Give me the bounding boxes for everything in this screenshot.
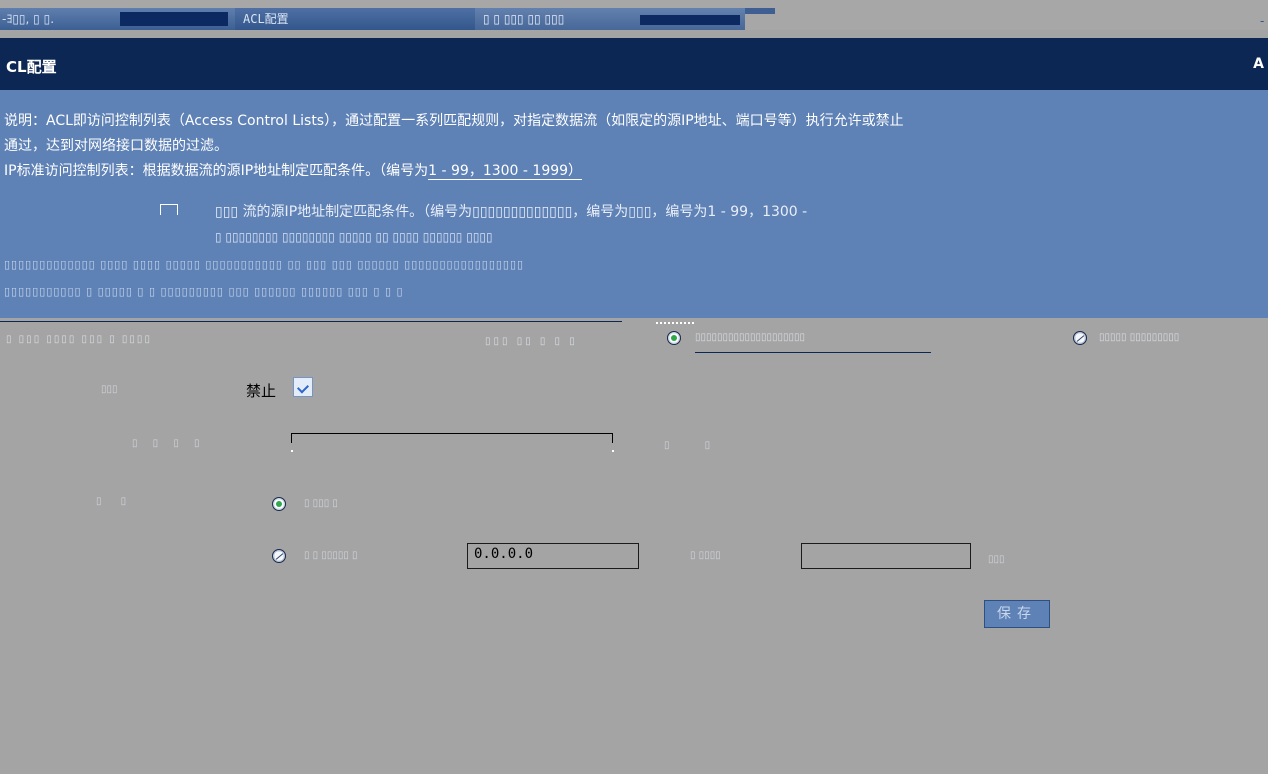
acl-number-label: ▯ ▯ ▯ ▯ <box>132 438 206 449</box>
mask-suffix: ▯▯▯ <box>988 554 1005 565</box>
action-select-value: 禁止 <box>246 382 277 400</box>
description-line-7: ▯▯▯▯▯▯▯▯▯▯▯ ▯ ▯▯▯▯▯ ▯ ▯ ▯▯▯▯▯▯▯▯▯ ▯▯▯ ▯▯… <box>4 285 404 298</box>
description-line-4-text: ▯▯▯ 流的源IP地址制定匹配条件。（编号为▯▯▯▯▯▯▯▯▯▯▯▯▯，编号为▯… <box>215 204 808 220</box>
acl-number-input[interactable] <box>291 433 613 443</box>
radio-checked-icon[interactable] <box>272 497 286 511</box>
tab-previous-block <box>120 12 228 26</box>
description-line-2: 通过，达到对网络接口数据的过滤。 <box>4 138 228 154</box>
source-any-option[interactable]: ▯ ▯▯▯ ▯ <box>272 496 338 515</box>
standard-acl-label: ▯▯▯▯▯▯▯▯▯▯▯▯▯▯▯▯▯▯▯▯ <box>695 332 806 343</box>
standard-acl-underline <box>695 352 931 353</box>
save-button[interactable]: 保存 <box>984 600 1050 628</box>
acl-number-input-corner-left <box>291 450 293 452</box>
source-ip-input[interactable]: 0.0.0.0 <box>467 543 639 569</box>
tab-previous-label: -ﾖ▯▯, ▯ ▯. <box>2 12 55 26</box>
radio-unchecked-icon[interactable] <box>272 549 286 563</box>
source-any-label: ▯ ▯▯▯ ▯ <box>304 498 338 509</box>
chevron-down-icon[interactable] <box>293 377 313 397</box>
tab-strip <box>745 8 775 14</box>
source-specify-label: ▯ ▯ ▯▯▯▯▯ ▯ <box>304 550 358 561</box>
mask-label: ▯ ▯▯▯▯ <box>690 550 721 561</box>
focus-dots <box>656 322 694 324</box>
header-edge: A <box>1253 56 1264 72</box>
tab-next[interactable]: ▯ ▯ ▯▯▯ ▯▯ ▯▯▯ <box>475 8 745 30</box>
description-line-1: 说明：ACL即访问控制列表（Access Control Lists），通过配置… <box>4 113 904 129</box>
rule-type-mid-label: ▯▯▯ ▯▯ ▯ ▯ ▯ <box>485 336 578 347</box>
description-line-3-range: 1 - 99，1300 - 1999） <box>428 163 583 180</box>
description-mark <box>160 204 178 215</box>
tab-next-block <box>640 15 740 25</box>
description-line-4: ▯▯▯ 流的源IP地址制定匹配条件。（编号为▯▯▯▯▯▯▯▯▯▯▯▯▯，编号为▯… <box>160 201 808 221</box>
tab-acl-config[interactable]: ACL配置 <box>235 8 475 30</box>
tab-bar: -ﾖ▯▯, ▯ ▯. ACL配置 ▯ ▯ ▯▯▯ ▯▯ ▯▯▯ - <box>0 0 1268 30</box>
rule-type-row: ▯ ▯▯▯ ▯▯▯▯ ▯▯▯ ▯ ▯▯▯▯ ▯▯▯ ▯▯ ▯ ▯ ▯ ▯▯▯▯▯… <box>0 318 1268 362</box>
source-address-label: ▯ ▯ <box>96 496 135 507</box>
extended-acl-option[interactable]: ▯▯▯▯▯ ▯▯▯▯▯▯▯▯▯ <box>1073 330 1179 349</box>
tab-previous[interactable]: -ﾖ▯▯, ▯ ▯. <box>0 8 235 30</box>
acl-config-page: -ﾖ▯▯, ▯ ▯. ACL配置 ▯ ▯ ▯▯▯ ▯▯ ▯▯▯ - CL配置 A… <box>0 0 1268 774</box>
section-divider <box>0 321 622 322</box>
radio-unchecked-icon[interactable] <box>1073 331 1087 345</box>
page-title: CL配置 <box>6 58 57 76</box>
description-line-6: ▯▯▯▯▯▯▯▯▯▯▯▯▯ ▯▯▯▯ ▯▯▯▯ ▯▯▯▯▯ ▯▯▯▯▯▯▯▯▯▯… <box>4 258 525 271</box>
rule-type-label: ▯ ▯▯▯ ▯▯▯▯ ▯▯▯ ▯ ▯▯▯▯ <box>6 334 152 345</box>
description-line-3-prefix: IP标准访问控制列表：根据数据流的源IP地址制定匹配条件。（编号为 <box>4 163 429 179</box>
extended-acl-label: ▯▯▯▯▯ ▯▯▯▯▯▯▯▯▯ <box>1099 332 1180 343</box>
description-line-3: IP标准访问控制列表：根据数据流的源IP地址制定匹配条件。（编号为1 - 99，… <box>4 160 583 180</box>
source-specify-option[interactable]: ▯ ▯ ▯▯▯▯▯ ▯ <box>272 548 358 567</box>
page-header: CL配置 A <box>0 38 1268 90</box>
standard-acl-option[interactable]: ▯▯▯▯▯▯▯▯▯▯▯▯▯▯▯▯▯▯▯▯ <box>667 330 931 353</box>
tab-next-label: ▯ ▯ ▯▯▯ ▯▯ ▯▯▯ <box>483 12 565 26</box>
tab-bar-edge: - <box>1260 14 1265 28</box>
acl-number-input-corner-right <box>612 450 614 452</box>
action-select[interactable]: 禁止 <box>243 374 331 402</box>
description-line-5: ▯ ▯▯▯▯▯▯▯▯ ▯▯▯▯▯▯▯▯ ▯▯▯▯▯ ▯▯ ▯▯▯▯ ▯▯▯▯▯▯… <box>215 230 493 244</box>
acl-number-hint: ▯ ▯ <box>664 440 727 451</box>
radio-checked-icon[interactable] <box>667 331 681 345</box>
description-panel: 说明：ACL即访问控制列表（Access Control Lists），通过配置… <box>0 90 1268 318</box>
action-label: ▯▯▯ <box>101 384 118 395</box>
wildcard-mask-input[interactable] <box>801 543 971 569</box>
